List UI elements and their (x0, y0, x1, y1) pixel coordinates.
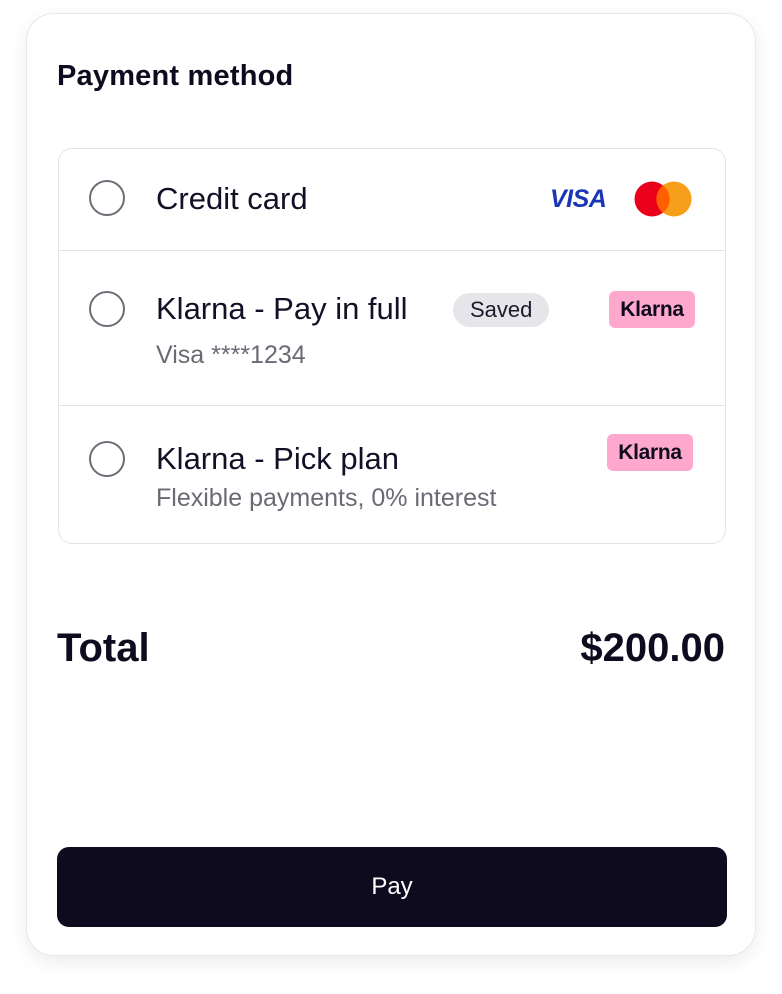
total-amount: $200.00 (580, 626, 725, 670)
credit-card-label: Credit card (156, 181, 308, 216)
mastercard-logo (634, 181, 692, 217)
payment-method-title: Payment method (57, 60, 294, 92)
payment-option-klarna-pay-in-full[interactable]: Klarna - Pay in full Saved Visa ****1234… (59, 250, 725, 405)
klarna-pay-in-full-label: Klarna - Pay in full (156, 291, 408, 326)
total-label: Total (57, 626, 150, 670)
klarna-pay-in-full-radio[interactable] (89, 291, 125, 327)
klarna-logo: Klarna (609, 291, 695, 328)
pay-button[interactable]: Pay (57, 847, 727, 927)
payment-option-credit-card[interactable]: Credit card VISA (59, 149, 725, 250)
payment-card: Payment method Credit card VISA Klarna -… (26, 13, 756, 956)
klarna-pay-in-full-subtitle: Visa ****1234 (156, 341, 306, 369)
klarna-pick-plan-radio[interactable] (89, 441, 125, 477)
payment-options-list: Credit card VISA Klarna - Pay in full Sa… (58, 148, 726, 544)
visa-logo: VISA (550, 185, 607, 213)
payment-option-klarna-pick-plan[interactable]: Klarna - Pick plan Flexible payments, 0%… (59, 405, 725, 544)
credit-card-radio[interactable] (89, 180, 125, 216)
klarna-pick-plan-label: Klarna - Pick plan (156, 441, 399, 476)
klarna-pick-plan-subtitle: Flexible payments, 0% interest (156, 484, 497, 512)
klarna-logo: Klarna (607, 434, 693, 471)
saved-badge: Saved (453, 293, 550, 327)
